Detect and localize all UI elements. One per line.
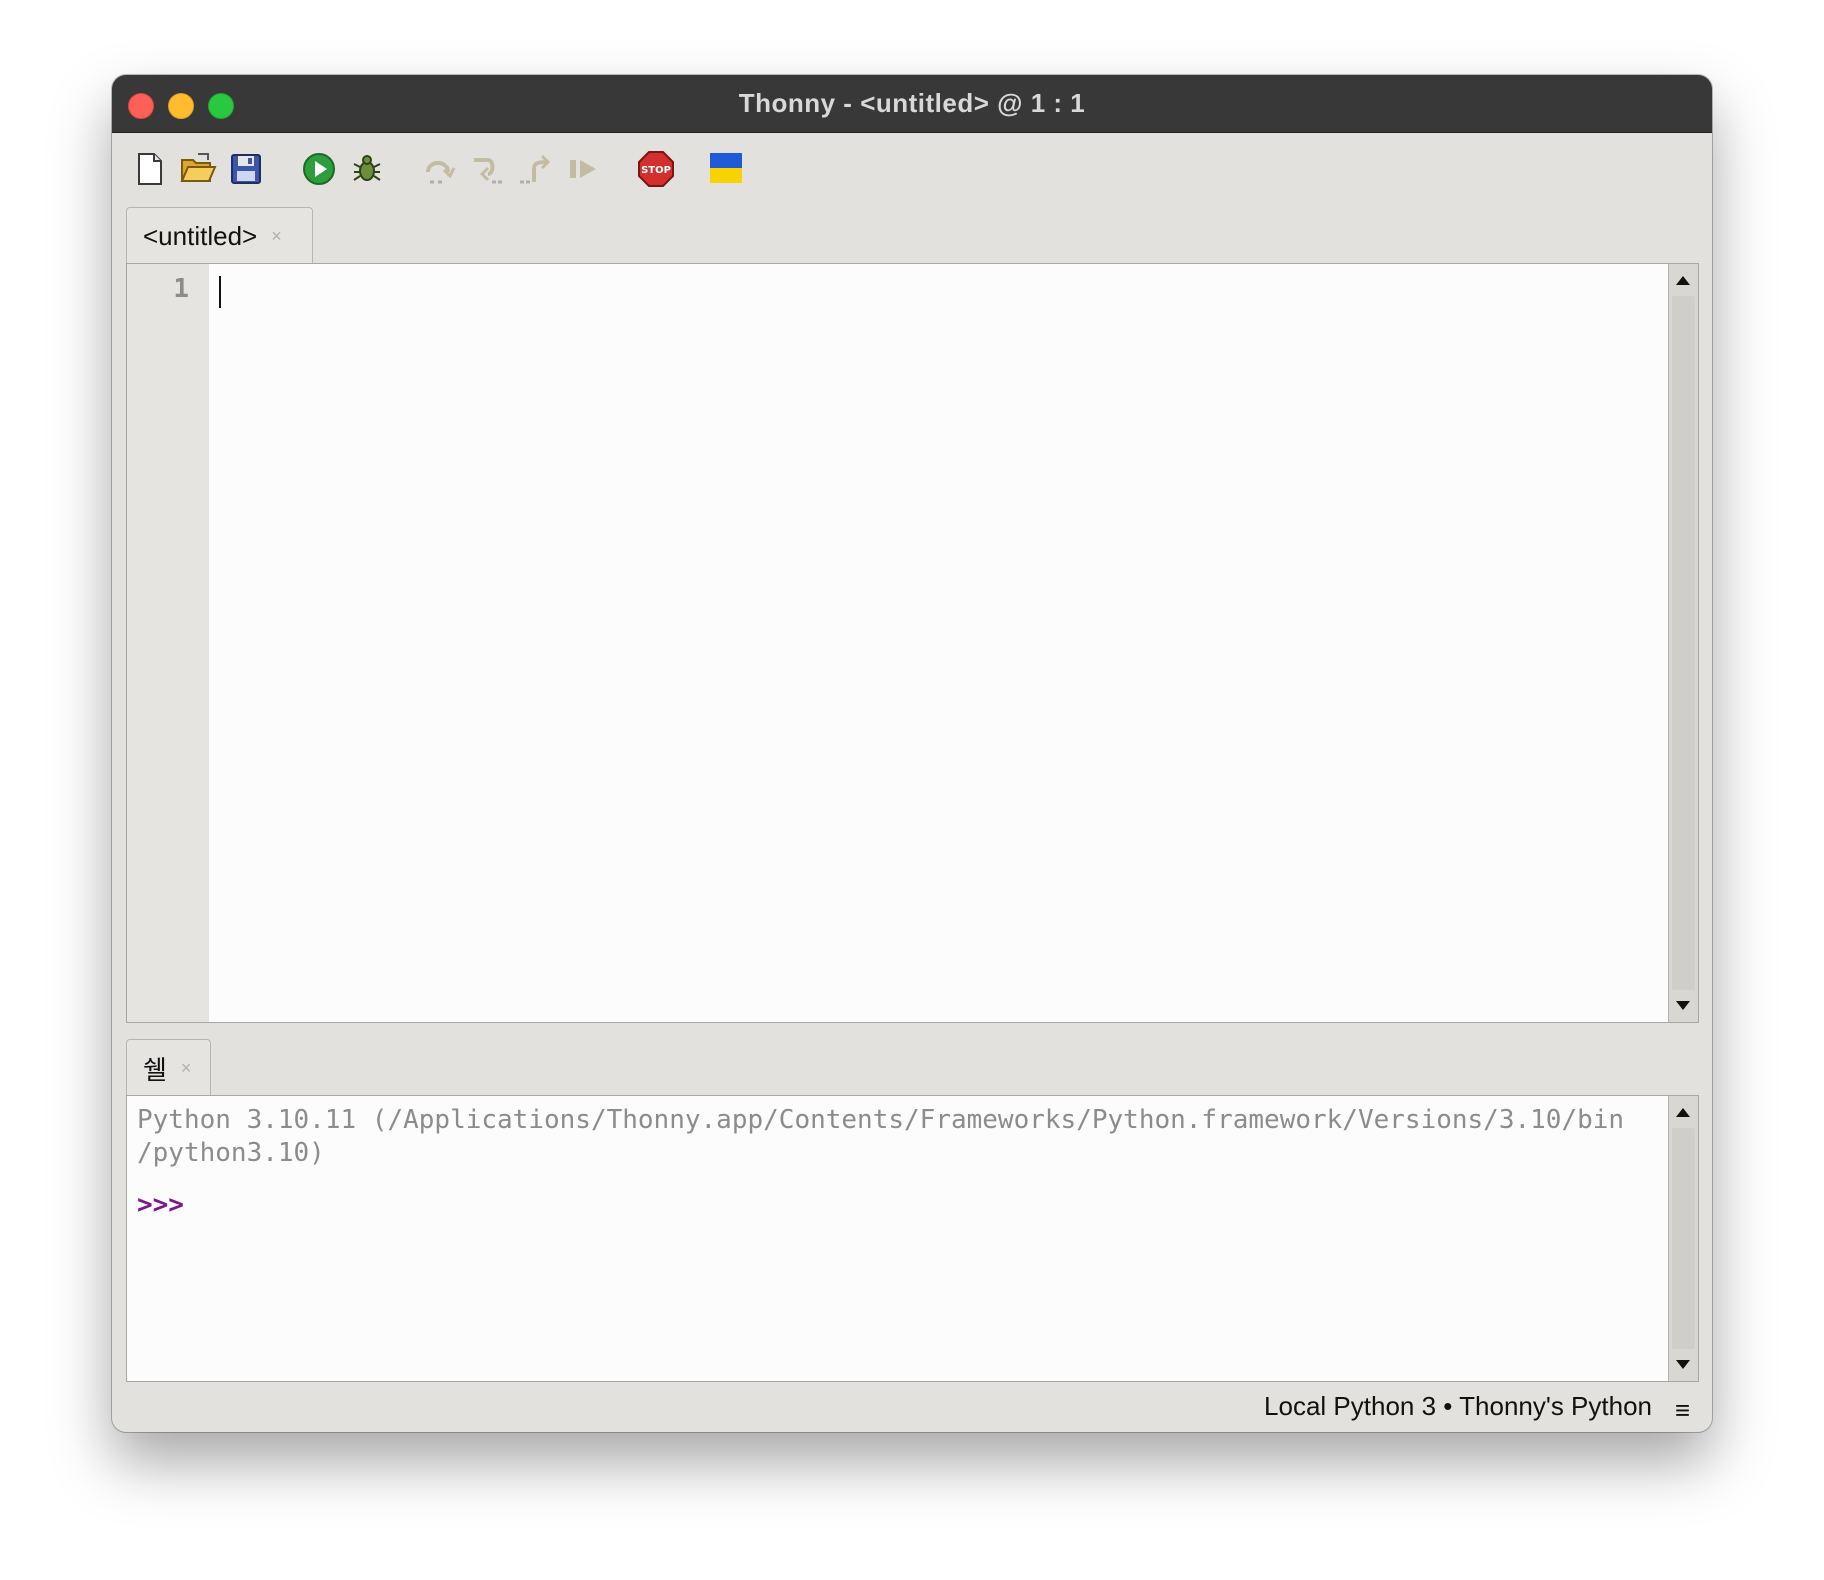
hamburger-menu-icon[interactable]: ≡ <box>1675 1395 1690 1426</box>
code-editor[interactable]: 1 <box>126 263 1699 1023</box>
python-shell[interactable]: Python 3.10.11 (/Applications/Thonny.app… <box>126 1095 1699 1382</box>
resume-icon <box>570 160 596 178</box>
tab-untitled[interactable]: <untitled> × <box>126 207 313 264</box>
bug-icon <box>353 155 381 181</box>
ukraine-flag-icon <box>710 153 742 183</box>
thonny-window: Thonny - <untitled> @ 1 : 1 STOP <untitl… <box>112 75 1712 1432</box>
step-out-icon <box>520 154 551 184</box>
step-over-icon <box>426 161 456 184</box>
shell-banner: Python 3.10.11 (/Applications/Thonny.app… <box>137 1105 1625 1168</box>
scroll-up-arrow-icon[interactable] <box>1669 1098 1697 1126</box>
svg-text:STOP: STOP <box>641 165 671 176</box>
line-number: 1 <box>173 274 189 304</box>
tab-shell-label: 쉘 <box>143 1054 167 1085</box>
interpreter-selector[interactable]: Local Python 3 • Thonny's Python <box>1264 1391 1652 1422</box>
step-out-button[interactable] <box>516 150 554 188</box>
step-into-icon <box>474 158 502 184</box>
floppy-disk-icon <box>231 154 261 184</box>
line-number-gutter: 1 <box>127 264 209 1022</box>
tab-untitled-label: <untitled> <box>143 220 258 251</box>
title-bar[interactable]: Thonny - <untitled> @ 1 : 1 <box>112 75 1712 133</box>
new-file-button[interactable] <box>132 150 168 188</box>
resume-button[interactable] <box>564 150 602 188</box>
close-tab-icon[interactable]: × <box>181 1058 192 1079</box>
play-icon <box>303 153 335 185</box>
new-file-icon <box>138 153 162 185</box>
folder-open-icon <box>180 153 217 182</box>
stop-sign-icon: STOP <box>638 151 674 187</box>
status-bar: Local Python 3 • Thonny's Python ≡ <box>112 1385 1712 1432</box>
tab-shell[interactable]: 쉘 × <box>126 1039 211 1096</box>
close-tab-icon[interactable]: × <box>271 226 282 247</box>
scroll-down-arrow-icon[interactable] <box>1669 1351 1697 1379</box>
save-file-button[interactable] <box>228 150 264 188</box>
run-button[interactable] <box>300 150 338 188</box>
scroll-up-arrow-icon[interactable] <box>1669 266 1697 294</box>
editor-scrollbar[interactable] <box>1668 264 1698 1022</box>
scroll-thumb[interactable] <box>1672 1128 1695 1349</box>
step-into-button[interactable] <box>468 150 506 188</box>
window-title: Thonny - <untitled> @ 1 : 1 <box>738 88 1086 118</box>
stop-button[interactable]: STOP <box>636 149 676 189</box>
text-cursor <box>219 276 221 308</box>
open-file-button[interactable] <box>178 150 218 188</box>
debug-button[interactable] <box>348 150 386 188</box>
scroll-down-arrow-icon[interactable] <box>1669 992 1697 1020</box>
shell-prompt: >>> <box>137 1190 184 1220</box>
step-over-button[interactable] <box>420 150 458 188</box>
ukraine-button[interactable] <box>708 151 744 185</box>
shell-scrollbar[interactable] <box>1668 1096 1698 1381</box>
scroll-thumb[interactable] <box>1672 296 1695 990</box>
